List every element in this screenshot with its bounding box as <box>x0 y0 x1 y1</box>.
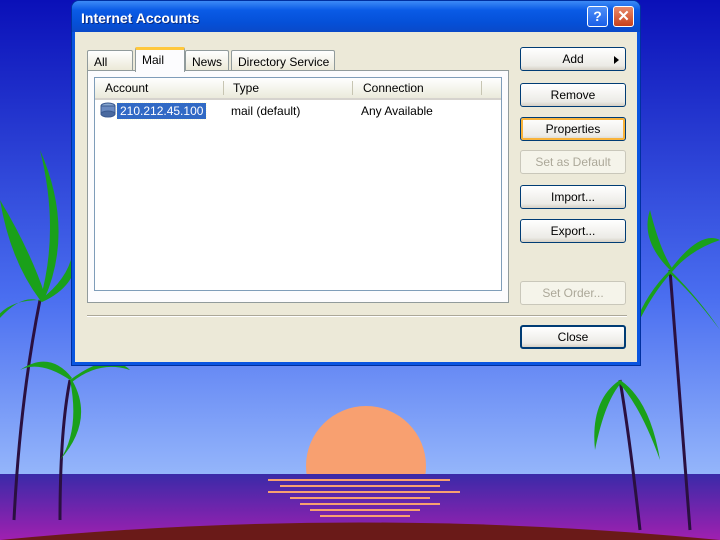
window-title: Internet Accounts <box>81 10 200 26</box>
column-header-type[interactable]: Type <box>233 81 259 95</box>
help-button[interactable]: ? <box>587 6 608 27</box>
column-header-connection[interactable]: Connection <box>363 81 424 95</box>
mail-server-icon <box>100 102 116 118</box>
column-header-account[interactable]: Account <box>105 81 148 95</box>
internet-accounts-window: Internet Accounts ? ✕ All Mail News Dire… <box>72 1 640 365</box>
column-divider[interactable] <box>481 81 482 95</box>
properties-button[interactable]: Properties <box>520 117 626 141</box>
tab-news[interactable]: News <box>185 50 229 70</box>
divider <box>87 315 627 317</box>
dialog-client-area: All Mail News Directory Service Account … <box>75 32 637 362</box>
tab-all[interactable]: All <box>87 50 133 70</box>
column-divider[interactable] <box>352 81 353 95</box>
import-button[interactable]: Import... <box>520 185 626 209</box>
set-as-default-button[interactable]: Set as Default <box>520 150 626 174</box>
tab-mail[interactable]: Mail <box>135 47 185 72</box>
tab-panel: Account Type Connection 210.212.45.100 m… <box>87 70 509 303</box>
accounts-list[interactable]: Account Type Connection 210.212.45.100 m… <box>94 77 502 291</box>
account-type: mail (default) <box>231 104 301 118</box>
remove-button[interactable]: Remove <box>520 83 626 107</box>
export-button[interactable]: Export... <box>520 219 626 243</box>
title-bar[interactable]: Internet Accounts ? ✕ <box>72 1 640 32</box>
close-button[interactable]: Close <box>520 325 626 349</box>
tab-directory-service[interactable]: Directory Service <box>231 50 335 70</box>
add-button[interactable]: Add <box>520 47 626 71</box>
account-name[interactable]: 210.212.45.100 <box>115 102 208 120</box>
arrow-right-icon <box>614 56 619 64</box>
list-header: Account Type Connection <box>95 78 501 100</box>
table-row[interactable]: 210.212.45.100 mail (default) Any Availa… <box>95 102 501 120</box>
set-order-button[interactable]: Set Order... <box>520 281 626 305</box>
close-window-button[interactable]: ✕ <box>613 6 634 27</box>
account-connection: Any Available <box>361 104 433 118</box>
column-divider[interactable] <box>223 81 224 95</box>
add-button-label: Add <box>562 52 584 66</box>
